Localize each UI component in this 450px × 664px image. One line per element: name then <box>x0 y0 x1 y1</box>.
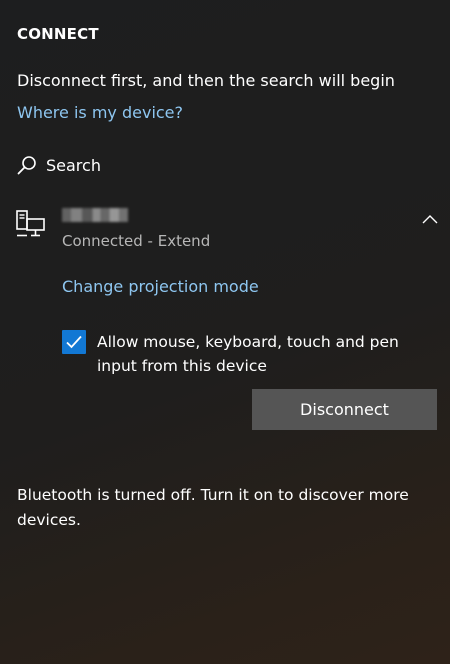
bluetooth-message-line1: Bluetooth is turned off. Turn it on to d… <box>17 486 409 504</box>
where-is-my-device-link[interactable]: Where is my device? <box>17 103 183 122</box>
allow-input-label-line2: input from this device <box>97 357 267 375</box>
allow-input-label-line1: Allow mouse, keyboard, touch and pen <box>97 333 399 351</box>
device-status: Connected - Extend <box>62 232 211 250</box>
search-label: Search <box>46 155 101 175</box>
search-icon <box>17 156 36 175</box>
info-message: Disconnect first, and then the search wi… <box>17 71 395 90</box>
disconnect-button[interactable]: Disconnect <box>252 389 437 430</box>
display-device-icon <box>16 210 45 237</box>
bluetooth-message: Bluetooth is turned off. Turn it on to d… <box>17 483 437 533</box>
device-name-redacted <box>62 208 128 222</box>
connect-panel: CONNECT Disconnect first, and then the s… <box>0 0 450 664</box>
chevron-up-icon[interactable] <box>421 213 439 225</box>
allow-input-label: Allow mouse, keyboard, touch and pen inp… <box>97 330 417 378</box>
change-projection-mode-link[interactable]: Change projection mode <box>62 277 259 296</box>
checkmark-icon <box>66 335 82 349</box>
panel-title: CONNECT <box>17 25 99 43</box>
allow-input-checkbox[interactable] <box>62 330 86 354</box>
search-button[interactable]: Search <box>17 153 101 177</box>
bluetooth-message-line2: devices. <box>17 511 81 529</box>
